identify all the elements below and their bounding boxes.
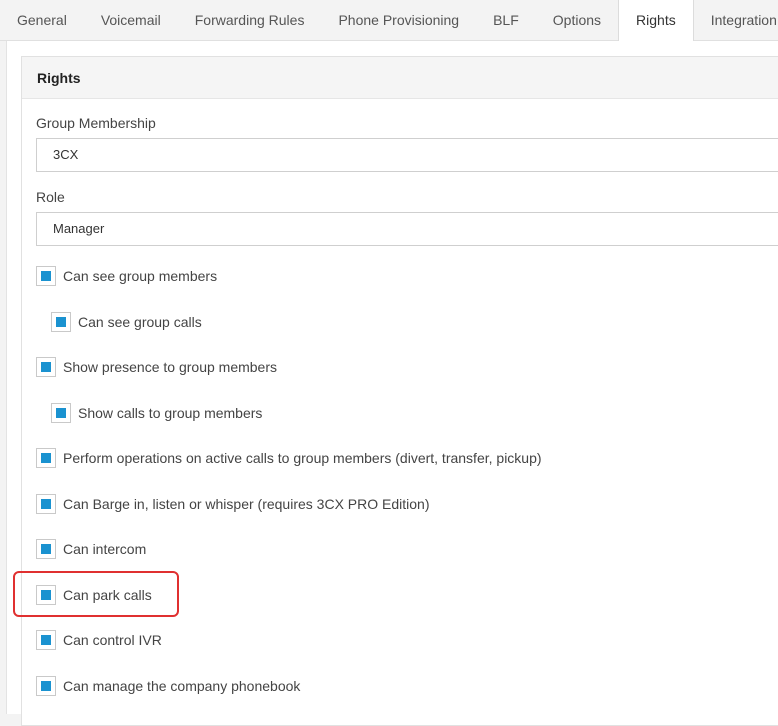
role-field[interactable]: Manager xyxy=(36,212,778,246)
checkbox-checked-icon xyxy=(41,453,51,463)
checkbox-can-intercom[interactable]: Can intercom xyxy=(36,539,146,559)
checkbox-label: Can park calls xyxy=(63,587,152,603)
checkbox-checked-icon xyxy=(41,681,51,691)
checkbox-box[interactable] xyxy=(36,676,56,696)
checkbox-box[interactable] xyxy=(36,539,56,559)
checkbox-box[interactable] xyxy=(36,585,56,605)
checkbox-label: Can Barge in, listen or whisper (require… xyxy=(63,496,430,512)
checkbox-label: Show calls to group members xyxy=(78,405,263,421)
checkbox-box[interactable] xyxy=(36,448,56,468)
checkbox-can-control-ivr[interactable]: Can control IVR xyxy=(36,630,162,650)
checkbox-can-park-calls[interactable]: Can park calls xyxy=(36,585,152,605)
checkbox-box[interactable] xyxy=(51,312,71,332)
tab-phone-provisioning[interactable]: Phone Provisioning xyxy=(321,0,476,41)
checkbox-label: Can see group members xyxy=(63,268,218,284)
checkbox-checked-icon xyxy=(56,408,66,418)
checkbox-checked-icon xyxy=(41,271,51,281)
checkbox-label: Can manage the company phonebook xyxy=(63,678,301,694)
tab-bar: General Voicemail Forwarding Rules Phone… xyxy=(0,0,778,42)
checkbox-box[interactable] xyxy=(36,494,56,514)
checkbox-label: Can control IVR xyxy=(63,632,162,648)
checkbox-box[interactable] xyxy=(36,266,56,286)
checkbox-label: Can intercom xyxy=(63,541,147,557)
tab-blf[interactable]: BLF xyxy=(476,0,536,41)
checkbox-checked-icon xyxy=(41,635,51,645)
checkbox-barge-in[interactable]: Can Barge in, listen or whisper (require… xyxy=(36,494,430,514)
checkbox-checked-icon xyxy=(41,544,51,554)
group-membership-field[interactable]: 3CX xyxy=(36,138,778,172)
tab-options[interactable]: Options xyxy=(536,0,618,41)
tab-voicemail[interactable]: Voicemail xyxy=(84,0,178,41)
checkbox-can-see-group-calls[interactable]: Can see group calls xyxy=(51,312,202,332)
checkbox-can-see-group-members[interactable]: Can see group members xyxy=(36,266,217,286)
checkbox-checked-icon xyxy=(41,499,51,509)
tab-integration[interactable]: Integration xyxy=(694,0,778,41)
checkbox-show-presence[interactable]: Show presence to group members xyxy=(36,357,277,377)
group-membership-label: Group Membership xyxy=(36,115,156,131)
checkbox-label: Show presence to group members xyxy=(63,359,277,375)
panel-title: Rights xyxy=(22,57,778,99)
tab-general[interactable]: General xyxy=(0,0,84,41)
checkbox-label: Can see group calls xyxy=(78,314,202,330)
role-label: Role xyxy=(36,189,65,205)
checkbox-box[interactable] xyxy=(36,630,56,650)
checkbox-perform-operations[interactable]: Perform operations on active calls to gr… xyxy=(36,448,542,468)
checkbox-checked-icon xyxy=(41,362,51,372)
checkbox-label: Perform operations on active calls to gr… xyxy=(63,450,542,466)
checkbox-show-calls[interactable]: Show calls to group members xyxy=(51,403,262,423)
tab-forwarding-rules[interactable]: Forwarding Rules xyxy=(178,0,322,41)
checkbox-checked-icon xyxy=(56,317,66,327)
tab-rights[interactable]: Rights xyxy=(618,0,694,42)
checkbox-manage-phonebook[interactable]: Can manage the company phonebook xyxy=(36,676,300,696)
checkbox-checked-icon xyxy=(41,590,51,600)
checkbox-box[interactable] xyxy=(51,403,71,423)
checkbox-box[interactable] xyxy=(36,357,56,377)
